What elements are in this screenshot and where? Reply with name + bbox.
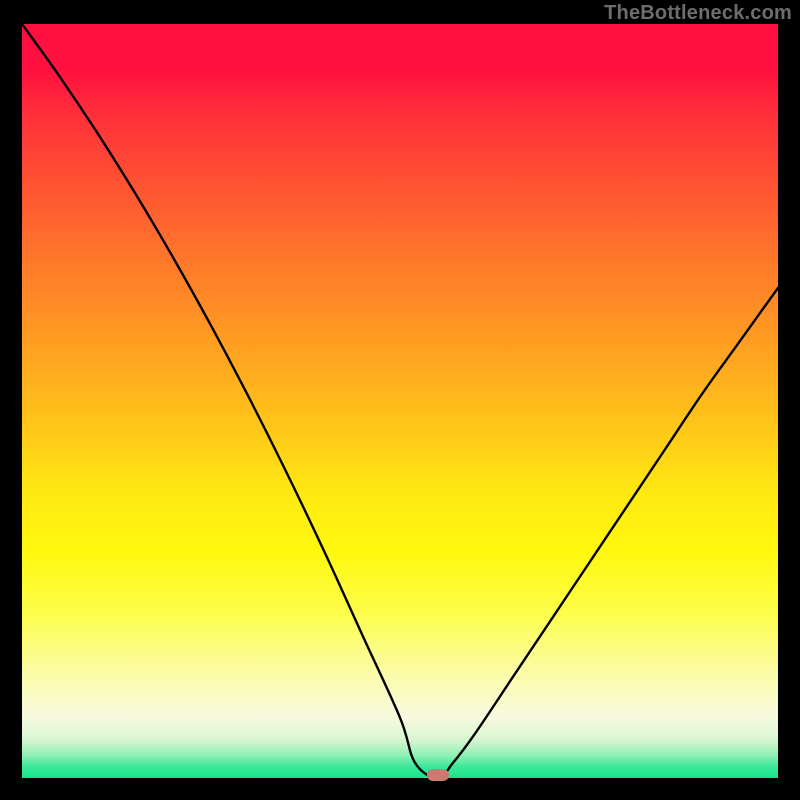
chart-frame: TheBottleneck.com <box>0 0 800 800</box>
bottleneck-curve <box>22 24 778 778</box>
watermark-text: TheBottleneck.com <box>604 2 792 25</box>
plot-area <box>22 24 778 778</box>
optimal-point-marker <box>427 769 449 781</box>
